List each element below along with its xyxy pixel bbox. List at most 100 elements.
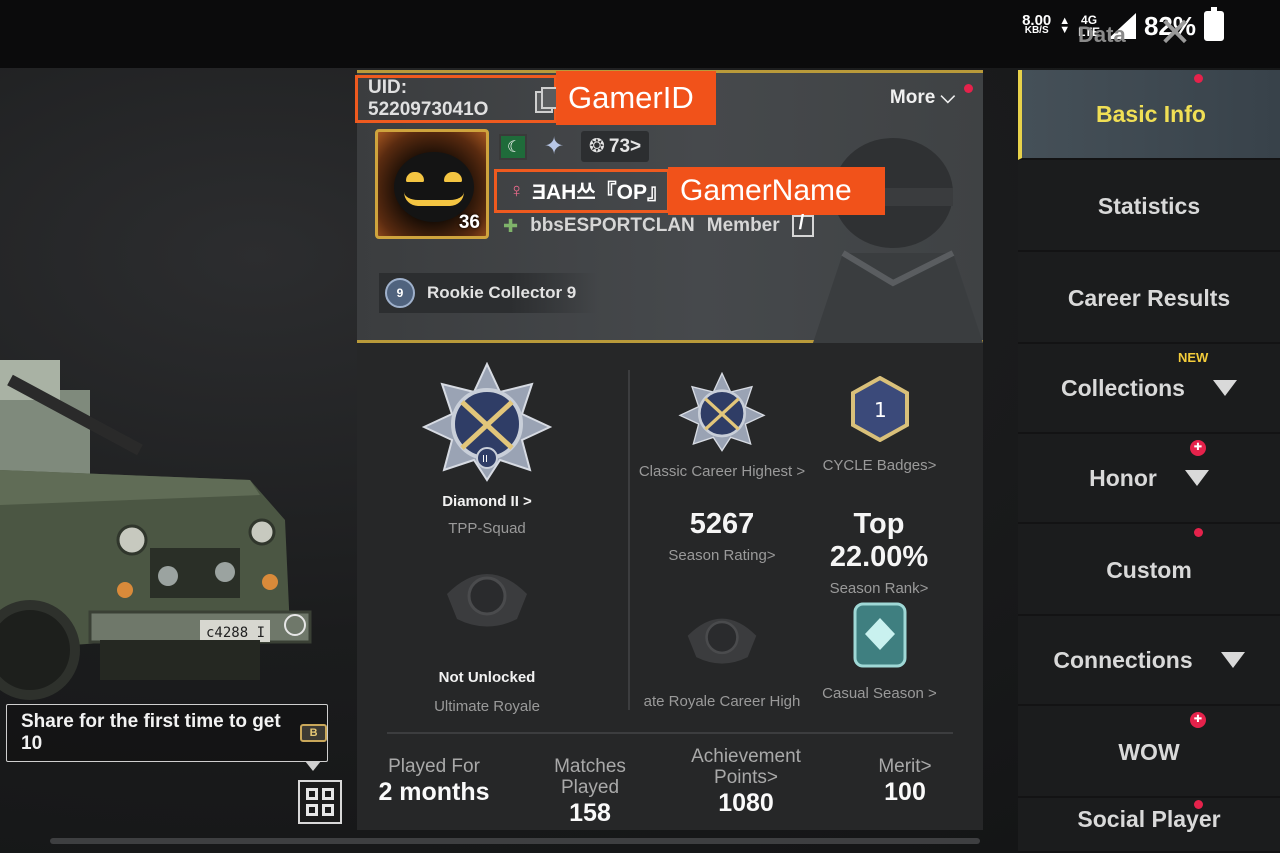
pumpkin-eyes — [406, 172, 462, 186]
share-reward-tooltip[interactable]: Share for the first time to get 10 B — [6, 704, 328, 771]
caret-down-icon — [1212, 380, 1237, 396]
qr-code-icon[interactable] — [298, 780, 342, 824]
edit-icon[interactable] — [791, 212, 814, 237]
sidebar-item-wow[interactable]: WOW — [1018, 708, 1280, 798]
copy-icon[interactable] — [534, 87, 560, 113]
classic-career-card[interactable]: Classic Career Highest > — [637, 371, 807, 480]
clan-role: Member — [706, 215, 780, 236]
sidebar-item-label: Custom — [1106, 556, 1192, 583]
player-name: ƎAH쓰『OP』 — [532, 181, 668, 204]
sidebar-item-honor[interactable]: Honor — [1018, 434, 1280, 524]
merit-label: Merit> — [878, 756, 932, 777]
profile-panel: UID: 5220973041O GamerID More ⌵ 36 ✦ ❂ 7… — [355, 70, 983, 830]
player-name-field: ♀ ƎAH쓰『OP』 — [494, 169, 670, 213]
badge-row: ✦ ❂ 73> — [499, 131, 650, 162]
notification-dot — [1194, 528, 1203, 537]
caret-down-icon — [1220, 652, 1245, 668]
ultimate-rank-card[interactable]: Not Unlocked Ultimate Royale — [407, 564, 567, 715]
close-x-icon[interactable]: ✕ — [1158, 13, 1192, 53]
notification-dot — [964, 84, 973, 93]
gift-icon: ✚ — [1190, 440, 1206, 456]
sidebar-item-social-player[interactable]: Social Player — [1018, 788, 1280, 853]
home-indicator — [50, 838, 980, 844]
sidebar-item-label: WOW — [1118, 738, 1180, 765]
gamer-id-annotation: GamerID — [556, 71, 716, 125]
ultimate-career-card[interactable]: ate Royale Career High — [637, 610, 807, 710]
matches-value: 158 — [569, 799, 611, 827]
window-title: Data — [1078, 22, 1126, 47]
soldier-silhouette-icon — [813, 138, 983, 343]
ultimate-mode: Ultimate Royale — [434, 698, 540, 715]
cycle-badges-card[interactable]: 1 CYCLE Badges> — [817, 375, 942, 474]
sidebar-item-basic-info[interactable]: Basic Info — [1018, 70, 1280, 160]
clan-row: ✚ bbsESPORTCLAN Member — [503, 212, 814, 237]
sidebar-item-career-results[interactable]: Career Results — [1018, 254, 1280, 344]
tier-badge-icon[interactable]: ✦ — [539, 132, 569, 162]
cycle-number: 1 — [874, 398, 887, 422]
sidebar-item-label: Social Player — [1077, 806, 1221, 832]
svg-text:II: II — [482, 454, 488, 465]
sidebar-nav: Basic Info Statistics Career Results Col… — [1018, 70, 1280, 853]
merit-value: 100 — [884, 778, 926, 806]
ultimate-title: Not Unlocked — [438, 669, 536, 686]
pumpkin-mouth — [404, 192, 464, 206]
matches-played-stat: Matches Played 158 — [523, 756, 657, 828]
rank-divider-vertical — [628, 370, 630, 710]
data-arrows-icon: ▲ ▼ — [1059, 15, 1071, 36]
season-rank-value: Top 22.00% — [829, 508, 929, 573]
network-speed: 8.00 KB/S — [1022, 13, 1051, 36]
collector-badge-icon: 9 — [385, 278, 415, 308]
stats-row: Played For 2 months Matches Played 158 A… — [357, 742, 983, 830]
casual-season-card[interactable]: Casual Season > — [817, 598, 942, 702]
achievement-value: 1080 — [718, 789, 774, 817]
svg-text:c4288 I: c4288 I — [206, 625, 265, 641]
achievement-stat[interactable]: Achievement Points> 1080 — [683, 746, 809, 818]
ultimate-career-icon — [687, 618, 757, 664]
more-button[interactable]: More ⌵ — [890, 87, 955, 109]
caret-down-icon — [1184, 470, 1209, 486]
season-rating-value: 5267 — [689, 508, 755, 540]
clan-icon: ✚ — [503, 215, 519, 236]
uid-field: UID: 5220973041O — [355, 75, 560, 123]
season-rank[interactable]: Top 22.00% Season Rank> — [803, 508, 955, 597]
clan-name[interactable]: bbsESPORTCLAN — [530, 215, 695, 237]
player-level: 36 — [458, 212, 480, 233]
sidebar-item-collections[interactable]: Collections — [1018, 344, 1280, 434]
speed-unit: KB/S — [1024, 25, 1049, 36]
popularity-pill[interactable]: ❂ 73> — [581, 131, 650, 162]
new-badge: NEW — [1178, 350, 1209, 365]
season-rank-label: Season Rank> — [829, 580, 929, 597]
sidebar-item-label: Collections — [1061, 374, 1185, 401]
locked-emblem-icon — [447, 574, 527, 627]
more-label: More — [889, 87, 936, 108]
achievement-label: Achievement Points> — [691, 746, 801, 788]
season-rating[interactable]: 5267 Season Rating> — [657, 508, 787, 564]
stats-divider — [387, 732, 953, 734]
vehicle-illustration: c4288 I — [0, 360, 312, 700]
casual-season-label: Casual Season > — [822, 685, 937, 702]
sidebar-item-statistics[interactable]: Statistics — [1018, 162, 1280, 252]
gamer-name-annotation: GamerName — [668, 167, 885, 215]
country-flag-icon — [499, 133, 527, 160]
sidebar-item-connections[interactable]: Connections — [1018, 616, 1280, 706]
cycle-badge-icon: 1 — [850, 375, 909, 443]
notification-dot — [1194, 74, 1203, 83]
merit-stat[interactable]: Merit> 100 — [865, 756, 945, 807]
cycle-badges-label: CYCLE Badges> — [822, 457, 937, 474]
uid-label: UID: 5220973041O — [368, 77, 489, 120]
played-for-value: 2 months — [378, 778, 490, 806]
season-rating-label: Season Rating> — [668, 547, 776, 564]
female-icon: ♀ — [509, 179, 524, 202]
sidebar-item-custom[interactable]: Custom — [1018, 526, 1280, 616]
collector-label: Rookie Collector 9 — [427, 283, 577, 302]
main-rank-card[interactable]: II Diamond II > TPP-Squad — [407, 361, 567, 537]
classic-career-label: Classic Career Highest > — [638, 463, 806, 480]
ultimate-career-label: ate Royale Career High — [643, 693, 801, 710]
sidebar-item-label: Basic Info — [1096, 100, 1206, 127]
sidebar-item-label: Honor — [1089, 464, 1157, 491]
collector-title[interactable]: 9 Rookie Collector 9 — [379, 273, 597, 313]
avatar[interactable]: 36 — [375, 129, 489, 239]
classic-career-icon — [678, 371, 766, 452]
chevron-down-icon: ⌵ — [940, 87, 955, 108]
popularity-value: 73> — [608, 135, 642, 157]
